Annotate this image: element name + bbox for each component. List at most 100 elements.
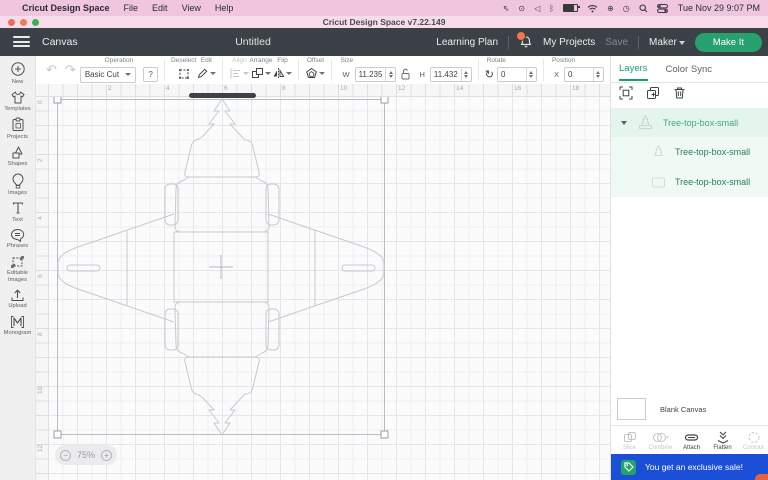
rotate-icon[interactable]: ↻	[485, 68, 494, 81]
ruler-number: 14	[456, 84, 464, 92]
ruler-number: 6	[37, 274, 44, 278]
sidebar-item-shapes[interactable]: Shapes	[0, 145, 36, 168]
edit-button[interactable]	[196, 67, 217, 80]
menu-view[interactable]: View	[182, 3, 201, 13]
design-canvas[interactable]: 2 4 6 8 10 12 14 16 18 0 2 4 6 8 10 12 −…	[36, 84, 610, 480]
sidebar-item-templates[interactable]: Templates	[0, 90, 36, 113]
make-it-button[interactable]: Make It	[694, 32, 762, 52]
projects-icon	[12, 117, 23, 132]
search-icon[interactable]	[639, 3, 648, 13]
flip-button[interactable]	[272, 67, 293, 80]
undo-icon[interactable]: ↶	[46, 62, 57, 78]
ruler-number: 0	[37, 100, 44, 104]
sidebar-item-images[interactable]: Images	[0, 173, 36, 197]
layer-row[interactable]: Tree-top-box-small	[611, 167, 768, 197]
group-icon[interactable]	[619, 86, 633, 100]
height-stepper[interactable]: 11.432	[429, 66, 472, 82]
control-center-icon[interactable]	[656, 3, 668, 13]
duplicate-icon[interactable]	[646, 86, 660, 100]
header-divider	[638, 35, 640, 49]
editable-images-icon	[11, 255, 24, 268]
clock-menu-icon[interactable]: ◷	[623, 4, 630, 13]
rotate-stepper[interactable]: 0	[496, 66, 537, 82]
flatten-icon	[717, 431, 728, 444]
wifi-icon[interactable]	[587, 4, 598, 13]
position-label: Position	[551, 57, 576, 64]
app-header: Canvas Untitled Learning Plan My Project…	[0, 28, 768, 56]
menu-file[interactable]: File	[124, 3, 139, 13]
ruler-number: 10	[37, 386, 44, 394]
sidebar-item-upload[interactable]: Upload	[0, 288, 36, 310]
my-projects-link[interactable]: My Projects	[543, 37, 595, 48]
operation-dropdown[interactable]: Basic Cut	[79, 66, 137, 83]
learning-plan-link[interactable]: Learning Plan	[436, 37, 498, 48]
ruler-number: 10	[340, 84, 348, 92]
tree-top-box-design[interactable]	[36, 84, 610, 480]
machine-selector[interactable]: Maker	[649, 37, 685, 48]
document-title[interactable]: Untitled	[235, 36, 271, 48]
sidebar-item-text[interactable]: Text	[0, 201, 36, 223]
layer-group-row[interactable]: Tree-top-box-small	[611, 108, 768, 137]
horizontal-scrollbar-thumb[interactable]	[189, 93, 256, 98]
redo-icon[interactable]: ↷	[65, 62, 76, 78]
deselect-button[interactable]	[177, 67, 191, 81]
dropdown-arrow-icon	[286, 71, 293, 75]
ruler-number: 16	[514, 84, 522, 92]
sidebar-item-phrases[interactable]: Phrases	[0, 228, 36, 250]
save-button[interactable]: Save	[605, 37, 628, 48]
flatten-button[interactable]: Flatten	[710, 431, 735, 451]
layers-panel: Layers Color Sync Tree-top-box-small Tre…	[610, 56, 768, 480]
language-icon[interactable]: ⊕	[607, 4, 614, 13]
menu-edit[interactable]: Edit	[152, 3, 168, 13]
dropdown-arrow-icon	[319, 71, 326, 75]
attach-button[interactable]: Attach	[679, 431, 704, 451]
operation-help-button[interactable]: ?	[143, 67, 159, 82]
sidebar-item-projects[interactable]: Projects	[0, 117, 36, 140]
sidebar-item-new[interactable]: New	[0, 61, 36, 85]
ruler-number: 6	[224, 84, 228, 92]
menu-help[interactable]: Help	[215, 3, 234, 13]
zoom-in-button[interactable]: +	[101, 449, 112, 461]
ruler-number: 4	[37, 216, 44, 220]
bluetooth-icon[interactable]: ᛒ	[549, 4, 554, 13]
battery-icon[interactable]	[563, 4, 581, 12]
promo-banner[interactable]: You get an exclusive sale!	[611, 454, 768, 480]
combine-icon	[653, 432, 669, 442]
canvas-color-swatch[interactable]	[617, 398, 646, 420]
delete-icon[interactable]	[673, 86, 686, 100]
tab-color-sync[interactable]: Color Sync	[666, 64, 712, 75]
hamburger-menu-icon[interactable]	[13, 36, 30, 47]
menubar-clock[interactable]: Tue Nov 29 9:07 PM	[678, 3, 760, 13]
app-window: Cricut Design Space File Edit View Help …	[0, 0, 768, 480]
combine-button[interactable]: Combine	[648, 431, 673, 451]
notifications-bell-icon[interactable]	[516, 31, 533, 49]
sidebar-item-monogram[interactable]: Monogram	[0, 315, 36, 337]
blank-canvas-row: Blank Canvas	[617, 398, 706, 420]
dropdown-arrow-icon	[210, 71, 217, 75]
offset-button[interactable]	[305, 67, 326, 80]
rotate-label: Rotate	[486, 57, 506, 64]
tab-layers[interactable]: Layers	[619, 57, 648, 81]
selection-center-crosshair	[209, 255, 233, 279]
contour-button[interactable]: Contour	[741, 431, 766, 451]
edit-label: Edit	[200, 57, 212, 64]
width-stepper[interactable]: 11.235	[354, 66, 397, 82]
zoom-level: 75%	[76, 450, 95, 460]
feedback-tab[interactable]	[755, 474, 768, 480]
unlock-icon[interactable]	[400, 68, 411, 80]
slice-button[interactable]: Slice	[617, 431, 642, 451]
zoom-out-button[interactable]: −	[59, 449, 71, 461]
nav-canvas[interactable]: Canvas	[42, 36, 78, 48]
menubar-app-name[interactable]: Cricut Design Space	[22, 3, 110, 13]
pointer-icon[interactable]: ⇖	[503, 4, 510, 13]
play-circle-icon[interactable]: ⊙	[518, 4, 525, 13]
arrange-button[interactable]	[251, 67, 271, 80]
offset-group: Offset	[305, 56, 326, 84]
x-stepper[interactable]: 0	[563, 66, 604, 82]
align-button[interactable]	[229, 67, 250, 80]
chevron-down-icon[interactable]	[621, 120, 627, 125]
text-icon	[12, 202, 23, 214]
sidebar-item-editable-images[interactable]: Editable Images	[0, 255, 36, 284]
volume-icon[interactable]: ◁	[534, 4, 540, 13]
layer-row[interactable]: Tree-top-box-small	[611, 137, 768, 167]
